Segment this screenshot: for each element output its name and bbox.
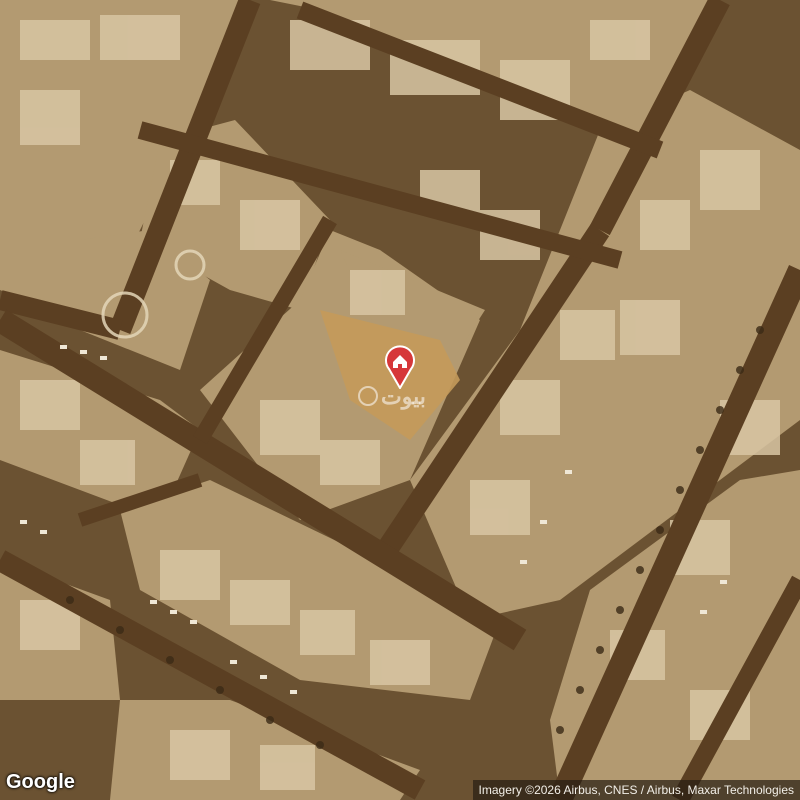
watermark: بيوت (358, 384, 426, 410)
watermark-circle-icon (358, 386, 378, 407)
google-logo[interactable]: Google (6, 771, 75, 794)
satellite-map[interactable]: بيوت Google Imagery ©2026 Airbus, CNES /… (0, 0, 800, 800)
map-attribution[interactable]: Imagery ©2026 Airbus, CNES / Airbus, Max… (472, 780, 800, 800)
home-pin-icon[interactable] (383, 341, 417, 389)
watermark-text: بيوت (381, 384, 426, 409)
